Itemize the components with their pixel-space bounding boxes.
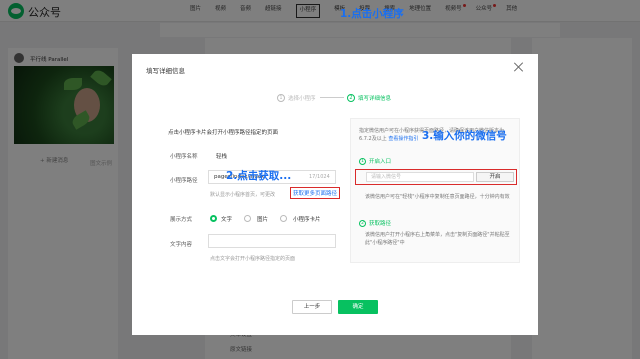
step-number: 2: [347, 94, 355, 102]
radio-card[interactable]: [280, 215, 287, 222]
help-step1-desc: 该微信用户可在"轻栈"小程序中复制任意页面路径，十分钟内有效: [365, 194, 510, 200]
help-guide-link[interactable]: 查看操作指引: [388, 136, 418, 142]
annotation-step1: 1.点击小程序: [340, 8, 404, 20]
help-step-number: 2: [359, 219, 366, 227]
text-content-label: 文字内容: [170, 242, 193, 248]
radio-card-label: 小程序卡片: [293, 217, 321, 223]
dialog-description: 点击小程序卡片会打开小程序路径指定的页面: [168, 130, 279, 136]
path-counter: 17/1024: [309, 174, 330, 180]
step-number: 1: [277, 94, 285, 102]
help-step-number: 1: [359, 157, 366, 165]
open-button[interactable]: 开启: [476, 172, 514, 182]
path-note: 默认显示小程序首页，可更改: [210, 192, 276, 198]
help-step-open: 1 开启入口: [359, 157, 391, 165]
close-icon[interactable]: [512, 60, 526, 74]
text-content-input[interactable]: [208, 234, 336, 248]
help-step-title: 开启入口: [369, 159, 392, 165]
annotation-step3: 3.输入你的微信号: [422, 130, 507, 142]
wechat-id-row: 请输入微信号 开启: [355, 169, 517, 185]
get-more-paths-link[interactable]: 获取更多页面路径: [290, 187, 341, 199]
help-step2-desc: 该微信用户打开小程序右上角菜单，点击"复制页面路径"并粘贴至此"小程序路径"中: [365, 232, 510, 246]
radio-text-label: 文字: [221, 217, 233, 223]
step-label: 填写详细信息: [358, 96, 392, 102]
text-content-note: 点击文字会打开小程序路径指定的页面: [210, 256, 296, 262]
confirm-button[interactable]: 确定: [338, 300, 378, 314]
annotation-step2: 2.点击获取...: [226, 170, 292, 182]
step-divider: [320, 97, 344, 98]
help-step-title: 获取路径: [369, 221, 392, 227]
app-name-value: 轻栈: [216, 154, 228, 160]
radio-image-label: 图片: [257, 217, 269, 223]
help-step-get-path: 2 获取路径: [359, 219, 391, 227]
radio-text[interactable]: [210, 215, 217, 222]
step-label: 选择小程序: [288, 96, 316, 102]
wechat-id-input[interactable]: 请输入微信号: [366, 172, 474, 182]
step-select-mini-program: 1 选择小程序: [277, 94, 316, 102]
dialog-title: 填写详细信息: [146, 67, 185, 75]
app-name-label: 小程序名称: [170, 154, 198, 160]
step-fill-details: 2 填写详细信息: [347, 94, 391, 102]
display-mode-label: 展示方式: [170, 217, 193, 223]
path-label: 小程序路径: [170, 178, 198, 184]
radio-image[interactable]: [244, 215, 251, 222]
previous-button[interactable]: 上一步: [292, 300, 332, 314]
mini-program-dialog: 填写详细信息 1 选择小程序 2 填写详细信息 点击小程序卡片会打开小程序路径指…: [132, 54, 538, 335]
